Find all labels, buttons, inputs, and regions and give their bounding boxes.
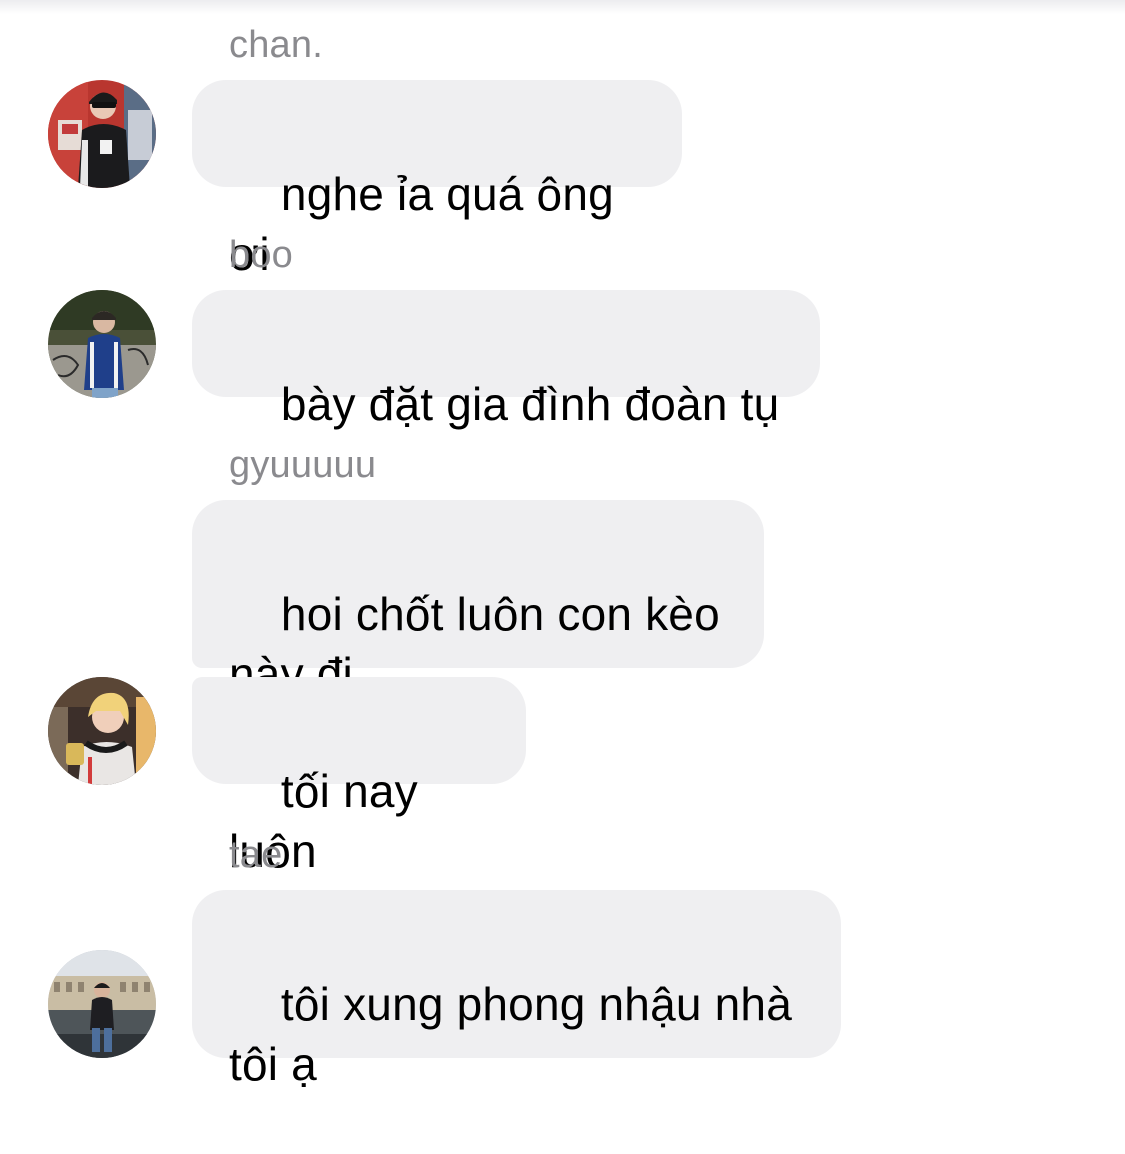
- chat-thread[interactable]: chan. nghe ỉa quá ông ơi boo bày đặt gia…: [0, 0, 1125, 1093]
- sender-avatar[interactable]: [48, 950, 156, 1058]
- message-bubble[interactable]: tôi xung phong nhậu nhà tôi ạ: [192, 890, 841, 1090]
- message-bubble[interactable]: nghe ỉa quá ông ơi: [192, 80, 682, 280]
- sender-avatar[interactable]: [48, 290, 156, 398]
- tae-avatar-image: [48, 950, 156, 1058]
- message-text: tôi xung phong nhậu nhà tôi ạ: [229, 978, 792, 1090]
- boo-avatar-image: [48, 290, 156, 398]
- message-text: bày đặt gia đình đoàn tụ: [280, 378, 780, 430]
- sender-name: chan.: [229, 24, 323, 66]
- sender-name: boo: [229, 234, 294, 276]
- gyu-avatar-image: [48, 677, 156, 785]
- message-bubble[interactable]: hoi chốt luôn con kèo này đi: [192, 500, 764, 700]
- sender-avatar[interactable]: [48, 80, 156, 188]
- sender-name: gyuuuuu: [229, 444, 377, 486]
- sender-avatar[interactable]: [48, 677, 156, 785]
- message-bubble[interactable]: tối nay luôn: [192, 677, 526, 877]
- sender-name: tae: [229, 834, 283, 876]
- chan-avatar-image: [48, 80, 156, 188]
- message-bubble[interactable]: bày đặt gia đình đoàn tụ: [192, 290, 820, 430]
